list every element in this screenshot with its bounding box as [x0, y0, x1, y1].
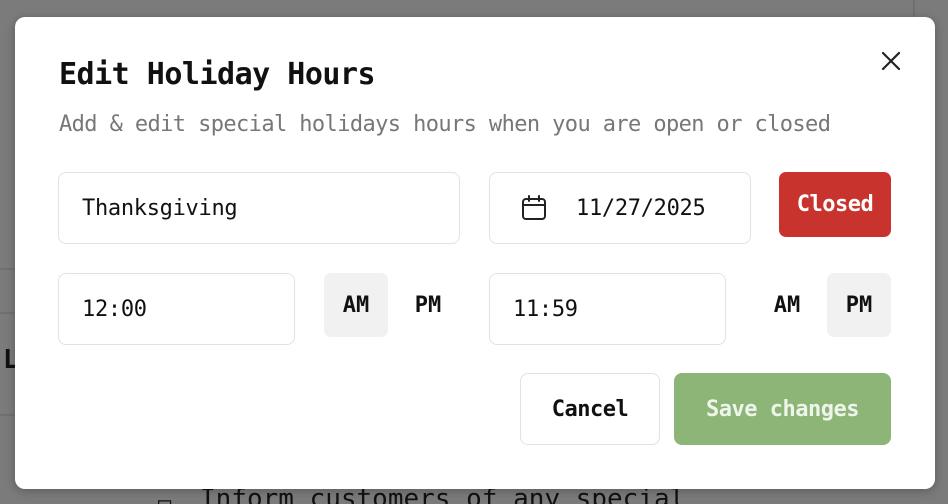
save-changes-button[interactable]: Save changes	[674, 373, 891, 445]
date-picker[interactable]: 11/27/2025	[489, 172, 751, 244]
start-am-button[interactable]: AM	[324, 273, 388, 337]
modal-subtitle: Add & edit special holidays hours when y…	[59, 112, 831, 137]
cancel-button[interactable]: Cancel	[520, 373, 660, 445]
close-icon	[881, 51, 901, 71]
background-divider	[0, 414, 15, 416]
end-time-input[interactable]	[513, 296, 725, 322]
start-time-input[interactable]	[82, 296, 294, 322]
start-pm-button[interactable]: PM	[396, 273, 460, 337]
start-time-field[interactable]	[58, 273, 295, 345]
background-icon: ▭	[158, 490, 172, 504]
background-divider	[0, 312, 15, 314]
date-value: 11/27/2025	[576, 195, 706, 221]
end-pm-button[interactable]: PM	[827, 273, 891, 337]
holiday-name-input[interactable]	[82, 195, 459, 221]
end-time-field[interactable]	[489, 273, 726, 345]
end-am-button[interactable]: AM	[755, 273, 819, 337]
calendar-icon	[522, 195, 546, 220]
close-button[interactable]	[877, 47, 905, 75]
edit-holiday-modal: Edit Holiday Hours Add & edit special ho…	[15, 17, 935, 489]
modal-title: Edit Holiday Hours	[59, 57, 376, 92]
background-divider	[0, 268, 15, 270]
background-divider	[913, 0, 915, 17]
closed-toggle-button[interactable]: Closed	[779, 172, 891, 237]
holiday-name-field[interactable]	[58, 172, 460, 244]
